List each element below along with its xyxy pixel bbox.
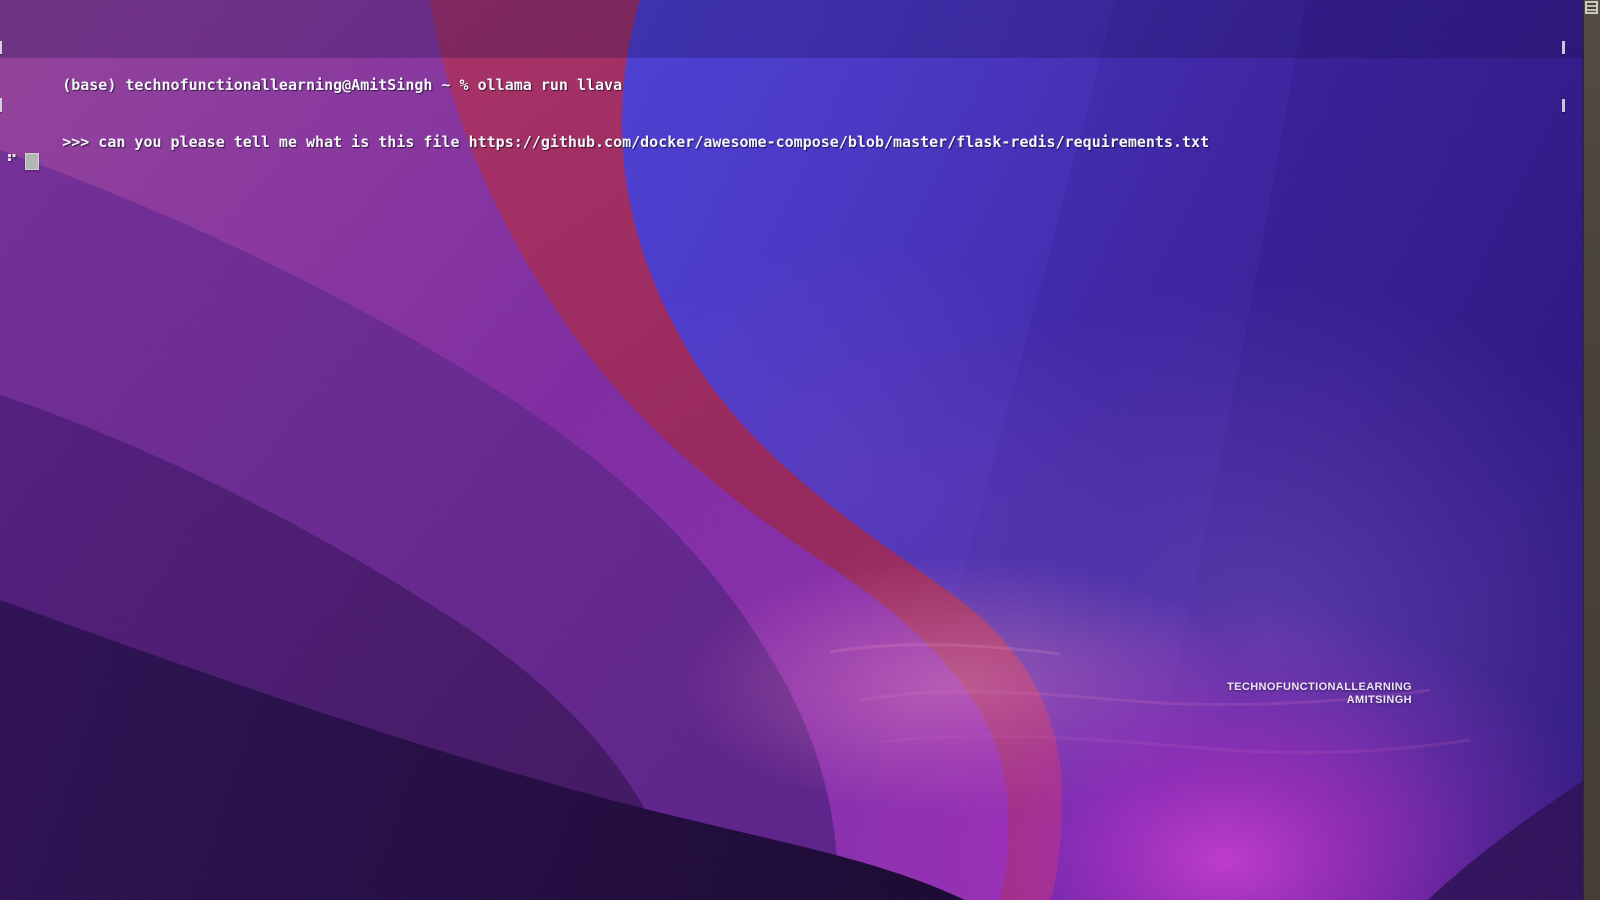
terminal-line: >>> can you please tell me what is this … — [0, 95, 1584, 151]
terminal-left-edge-marker — [0, 41, 2, 54]
scrollbar-lines-icon[interactable] — [1585, 1, 1598, 14]
desktop-screen: (base) technofunctionallearning@AmitSing… — [0, 0, 1600, 900]
channel-watermark: TECHNOFUNCTIONALLEARNING AMITSINGH — [1227, 681, 1412, 707]
watermark-channel-name: TECHNOFUNCTIONALLEARNING — [1227, 681, 1412, 693]
terminal-right-edge-marker — [1562, 41, 1565, 54]
terminal-user-message: >>> can you please tell me what is this … — [62, 133, 1210, 151]
terminal-scrollbar-track[interactable] — [1583, 0, 1600, 900]
watermark-author-name: AMITSINGH — [1346, 694, 1412, 706]
terminal-left-edge-marker — [0, 98, 2, 112]
terminal-right-edge-marker — [1562, 99, 1565, 112]
terminal-input-line[interactable]: ⠋ — [0, 152, 1584, 171]
terminal-prompt-text: (base) technofunctionallearning@AmitSing… — [62, 76, 623, 94]
terminal-line: (base) technofunctionallearning@AmitSing… — [0, 38, 1584, 94]
terminal-window[interactable]: (base) technofunctionallearning@AmitSing… — [0, 0, 1584, 209]
